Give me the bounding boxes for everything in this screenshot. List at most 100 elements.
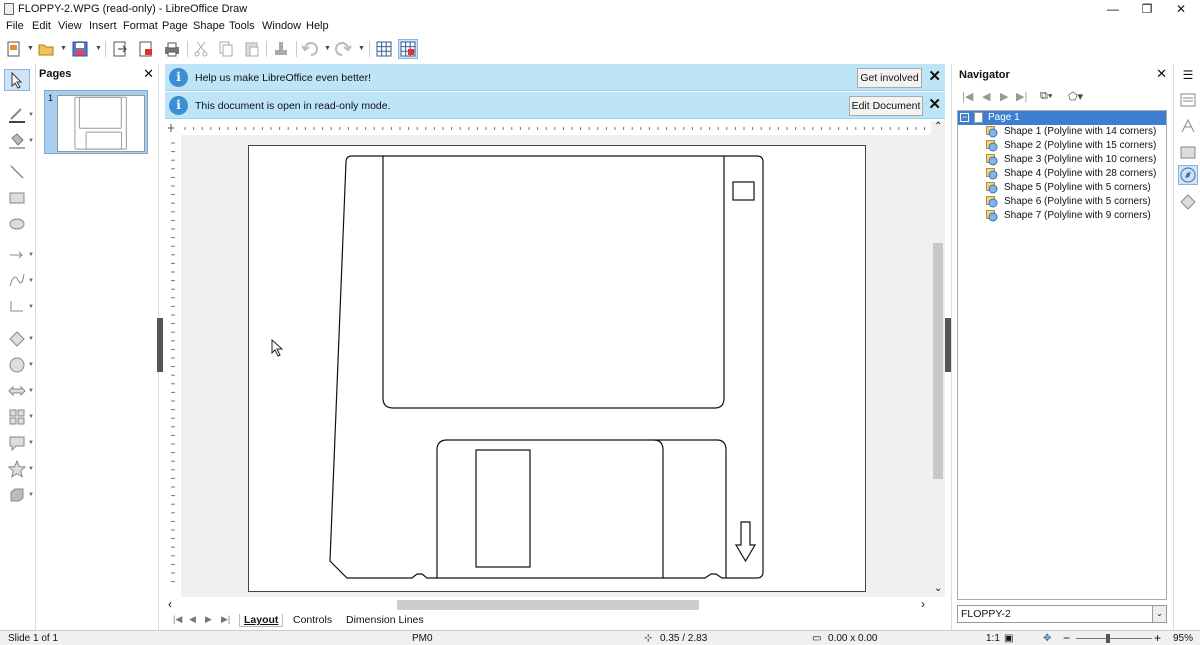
connectors-icon[interactable]: ▼ bbox=[4, 296, 34, 318]
paste-icon[interactable] bbox=[242, 39, 262, 59]
last-page-icon[interactable]: ▶| bbox=[1016, 90, 1027, 103]
horizontal-scrollbar[interactable]: ‹ › bbox=[165, 597, 945, 613]
fit-page-icon[interactable]: ✥ bbox=[1043, 633, 1051, 644]
menu-help[interactable]: Help bbox=[306, 20, 329, 32]
shapes-icon[interactable] bbox=[1178, 192, 1198, 212]
tree-collapse-icon[interactable]: − bbox=[960, 113, 969, 122]
menu-page[interactable]: Page bbox=[162, 20, 188, 32]
menu-shape[interactable]: Shape bbox=[193, 20, 225, 32]
first-page-icon[interactable]: |◀ bbox=[962, 90, 973, 103]
scroll-left-icon[interactable]: ‹ bbox=[168, 597, 172, 611]
3d-objects-icon[interactable]: ▼ bbox=[4, 484, 34, 506]
new-dropdown-arrow[interactable]: ▼ bbox=[27, 45, 34, 52]
scroll-down-icon[interactable]: ⌄ bbox=[934, 583, 942, 594]
select-pointer-icon[interactable] bbox=[4, 69, 30, 91]
collapse-pages-pane-handle[interactable] bbox=[157, 318, 163, 372]
properties-icon[interactable] bbox=[1178, 90, 1198, 110]
menu-window[interactable]: Window bbox=[262, 20, 301, 32]
tab-dimension-lines[interactable]: Dimension Lines bbox=[342, 614, 428, 626]
horizontal-scrollbar-thumb[interactable] bbox=[397, 600, 699, 610]
navigator-tree[interactable]: − Page 1 Shape 1 (Polyline with 14 corne… bbox=[957, 110, 1167, 600]
basic-shapes-icon[interactable]: ▼ bbox=[4, 328, 34, 350]
block-arrows-icon[interactable]: ▼ bbox=[4, 380, 34, 402]
get-involved-button[interactable]: Get involved bbox=[857, 68, 922, 88]
lines-arrows-icon[interactable]: ▼ bbox=[4, 244, 34, 266]
gallery-icon[interactable] bbox=[1178, 142, 1198, 162]
zoom-in-icon[interactable]: + bbox=[1154, 631, 1161, 645]
sidebar-menu-icon[interactable]: ☰ bbox=[1178, 68, 1198, 88]
first-tab-icon[interactable]: |◀ bbox=[173, 614, 182, 625]
zoom-slider[interactable] bbox=[1076, 638, 1152, 639]
export-icon[interactable] bbox=[110, 39, 130, 59]
tab-controls[interactable]: Controls bbox=[289, 614, 336, 626]
print-icon[interactable] bbox=[162, 39, 182, 59]
callouts-icon[interactable]: ▼ bbox=[4, 432, 34, 454]
fill-color-icon[interactable]: ▼ bbox=[4, 130, 34, 152]
drawing-page[interactable] bbox=[248, 145, 866, 592]
infobar-close-icon[interactable]: ✕ bbox=[928, 95, 941, 113]
menu-insert[interactable]: Insert bbox=[89, 20, 117, 32]
open-dropdown-arrow[interactable]: ▼ bbox=[60, 45, 67, 52]
drag-mode-icon[interactable]: ⧉▾ bbox=[1040, 90, 1052, 103]
symbol-shapes-icon[interactable]: ▼ bbox=[4, 354, 34, 376]
shape-icon bbox=[986, 126, 998, 138]
drawing-canvas[interactable] bbox=[181, 135, 931, 597]
minimize-button[interactable]: — bbox=[1094, 0, 1132, 18]
chevron-down-icon[interactable]: ⌄ bbox=[1152, 606, 1166, 622]
copy-icon[interactable] bbox=[216, 39, 236, 59]
scroll-up-icon[interactable]: ⌃ bbox=[934, 121, 942, 132]
horizontal-ruler[interactable] bbox=[165, 121, 945, 135]
pages-pane-close-button[interactable]: ✕ bbox=[143, 66, 154, 82]
new-document-icon[interactable] bbox=[4, 39, 24, 59]
status-zoom[interactable]: 95% bbox=[1173, 633, 1193, 644]
scroll-right-icon[interactable]: › bbox=[921, 597, 925, 611]
zoom-slider-handle[interactable] bbox=[1106, 634, 1110, 643]
cut-icon[interactable] bbox=[191, 39, 211, 59]
next-tab-icon[interactable]: ▶ bbox=[205, 614, 212, 625]
vertical-ruler[interactable] bbox=[165, 135, 181, 597]
redo-icon[interactable] bbox=[333, 39, 353, 59]
styles-icon[interactable] bbox=[1178, 116, 1198, 136]
insert-line-icon[interactable] bbox=[4, 161, 30, 183]
redo-dropdown-arrow[interactable]: ▼ bbox=[358, 45, 365, 52]
menu-edit[interactable]: Edit bbox=[32, 20, 51, 32]
flowchart-icon[interactable]: ▼ bbox=[4, 406, 34, 428]
shapes-filter-icon[interactable]: ⬠▾ bbox=[1068, 90, 1083, 103]
snap-to-grid-icon[interactable] bbox=[398, 39, 418, 59]
undo-icon[interactable] bbox=[300, 39, 320, 59]
navigator-icon[interactable] bbox=[1178, 165, 1198, 185]
curves-icon[interactable]: ▼ bbox=[4, 270, 34, 292]
close-window-button[interactable]: ✕ bbox=[1162, 0, 1200, 18]
navigator-close-button[interactable]: ✕ bbox=[1156, 66, 1167, 82]
tree-item-page-1[interactable]: − Page 1 bbox=[958, 111, 1166, 125]
edit-document-button[interactable]: Edit Document bbox=[849, 96, 923, 116]
display-grid-icon[interactable] bbox=[374, 39, 394, 59]
zoom-out-icon[interactable]: − bbox=[1063, 631, 1070, 645]
save-dropdown-arrow[interactable]: ▼ bbox=[95, 45, 102, 52]
save-icon[interactable] bbox=[70, 39, 90, 59]
last-tab-icon[interactable]: ▶| bbox=[221, 614, 230, 625]
vertical-scrollbar-thumb[interactable] bbox=[933, 243, 943, 479]
page-thumbnail[interactable]: 1 bbox=[44, 90, 148, 154]
previous-tab-icon[interactable]: ◀ bbox=[189, 614, 196, 625]
tab-layout[interactable]: Layout bbox=[239, 614, 284, 627]
status-scale[interactable]: 1:1 bbox=[986, 633, 1000, 644]
document-select[interactable]: FLOPPY-2 ⌄ bbox=[957, 605, 1167, 623]
stars-icon[interactable]: ▼ bbox=[4, 458, 34, 480]
menu-format[interactable]: Format bbox=[123, 20, 158, 32]
undo-dropdown-arrow[interactable]: ▼ bbox=[324, 45, 331, 52]
next-page-icon[interactable]: ▶ bbox=[1000, 90, 1008, 103]
open-folder-icon[interactable] bbox=[36, 39, 56, 59]
restore-button[interactable]: ❐ bbox=[1128, 0, 1166, 18]
line-color-icon[interactable]: ▼ bbox=[4, 104, 34, 126]
export-pdf-icon[interactable] bbox=[136, 39, 156, 59]
rectangle-icon[interactable] bbox=[4, 187, 30, 209]
previous-page-icon[interactable]: ◀ bbox=[982, 90, 990, 103]
clone-formatting-icon[interactable] bbox=[271, 39, 291, 59]
menu-file[interactable]: File bbox=[6, 20, 24, 32]
ellipse-icon[interactable] bbox=[4, 213, 30, 235]
menu-view[interactable]: View bbox=[58, 20, 82, 32]
infobar-close-icon[interactable]: ✕ bbox=[928, 67, 941, 85]
vertical-scrollbar[interactable]: ⌃ ⌄ bbox=[931, 121, 945, 597]
menu-tools[interactable]: Tools bbox=[229, 20, 255, 32]
